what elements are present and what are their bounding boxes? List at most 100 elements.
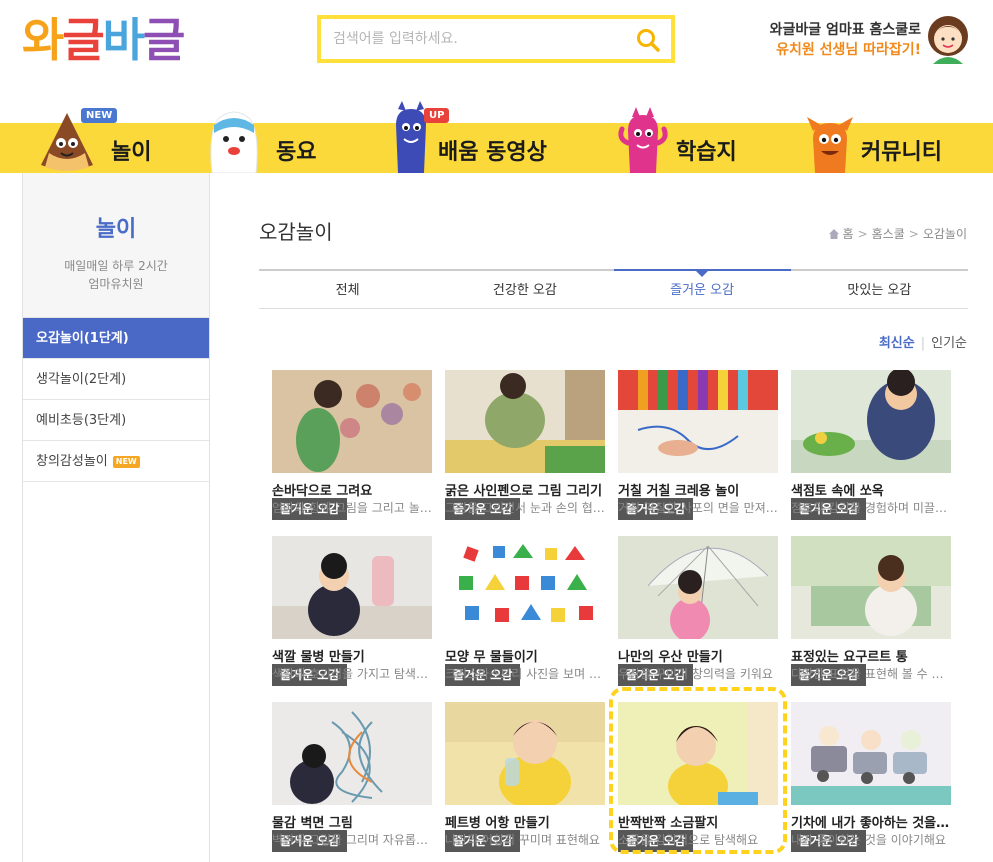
nav-item-videos[interactable]: UP 배움 동영상 xyxy=(388,100,568,173)
page-title: 오감놀이 xyxy=(259,220,333,244)
nav-item-songs[interactable]: 동요 xyxy=(198,100,328,173)
content-card[interactable]: 즐거운 오감 나만의 우산 만들기 우산을 꾸미며 창의력을 키워요 xyxy=(618,536,778,686)
nav-label: 커뮤니티 xyxy=(861,140,942,165)
homeschool-promo[interactable]: 와글바글 엄마표 홈스쿨로 유치원 선생님 따라잡기! xyxy=(770,20,921,60)
card-description: 엄마와 함께 그림을 그리고 놀아요 xyxy=(272,501,432,515)
sort-popular[interactable]: 인기순 xyxy=(931,336,967,351)
thumbnail-image xyxy=(445,536,605,639)
sidebar: 놀이 매일매일 하루 2시간 엄마유치원 오감놀이(1단계) 생각놀이(2단계)… xyxy=(22,173,210,862)
card-title: 모양 무 물들이기 xyxy=(445,650,538,665)
content-card[interactable]: 즐거운 오감 색점토 속에 쏘옥 점토의 감각을 경험하며 미끌미끌 xyxy=(791,370,951,520)
nav-label: 학습지 xyxy=(676,140,737,165)
content-card[interactable]: 즐거운 오감 페트병 어항 만들기 나만의 어항의 꾸미며 표현해요 xyxy=(445,702,605,852)
search-icon[interactable] xyxy=(635,27,661,53)
category-tabs: 전체 건강한 오감 즐거운 오감 맛있는 오감 xyxy=(259,269,968,309)
sidebar-item-pre-elementary[interactable]: 예비초등(3단계) xyxy=(23,400,209,441)
teacher-avatar-icon xyxy=(928,16,968,64)
sidebar-item-label: 생각놀이(2단계) xyxy=(36,372,127,387)
card-title: 기차에 내가 좋아하는 것을 태워요 xyxy=(791,816,951,831)
new-tag: NEW xyxy=(112,455,140,468)
sidebar-subtitle: 매일매일 하루 2시간 엄마유치원 xyxy=(23,257,209,293)
nav-item-worksheets[interactable]: 학습지 xyxy=(618,100,758,173)
orange-monster-icon xyxy=(807,117,853,173)
thumbnail-image xyxy=(791,702,951,805)
content-card[interactable]: 즐거운 오감 물감 벽면 그림 벽면에 그림을 그리며 자유롭게 표현해요 xyxy=(272,702,432,852)
nav-label: 동요 xyxy=(276,140,317,165)
thumbnail-image xyxy=(445,702,605,805)
nav-item-play[interactable]: NEW 놀이 xyxy=(35,100,165,173)
card-title: 굵은 사인펜으로 그림 그리기 xyxy=(445,484,603,499)
card-description: 점토의 감각을 경험하며 미끌미끌 xyxy=(791,501,951,515)
card-title: 색점토 속에 쏘옥 xyxy=(791,484,884,499)
card-description: 다양한 표정을 표현해 볼 수 있어요 xyxy=(791,667,951,681)
content-card[interactable]: 즐거운 오감 손바닥으로 그려요 엄마와 함께 그림을 그리고 놀아요 xyxy=(272,370,432,520)
home-icon xyxy=(828,229,839,239)
thumbnail-image xyxy=(791,536,951,639)
card-description: 색깔에 호기심을 가지고 탐색해요 xyxy=(272,667,432,681)
tab-fun[interactable]: 즐거운 오감 xyxy=(613,269,792,308)
search-input[interactable] xyxy=(333,27,623,51)
tab-healthy[interactable]: 건강한 오감 xyxy=(436,271,613,308)
thumbnail-image xyxy=(272,702,432,805)
breadcrumb-home[interactable]: 홈 xyxy=(843,227,854,241)
breadcrumb-homeschool[interactable]: 홈스쿨 xyxy=(872,227,905,241)
card-title: 색깔 물병 만들기 xyxy=(272,650,365,665)
card-title: 나만의 우산 만들기 xyxy=(618,650,723,665)
card-title: 거칠 거칠 크레용 놀이 xyxy=(618,484,740,499)
nav-label: 배움 동영상 xyxy=(438,140,547,165)
sidebar-title: 놀이 xyxy=(95,217,137,242)
thumbnail-image xyxy=(272,370,432,473)
ghost-character-icon xyxy=(210,111,258,173)
sidebar-item-thinking[interactable]: 생각놀이(2단계) xyxy=(23,359,209,400)
thumbnail-image xyxy=(445,370,605,473)
card-description: 내가 좋아하는 것을 이야기해요 xyxy=(791,833,946,847)
thumbnail-image xyxy=(791,370,951,473)
card-title: 물감 벽면 그림 xyxy=(272,816,353,831)
card-description: 소금을 감각적으로 탐색해요 xyxy=(618,833,759,847)
card-title: 표정있는 요구르트 통 xyxy=(791,650,908,665)
thumbnail-image xyxy=(618,536,778,639)
breadcrumb: 홈 > 홈스쿨 > 오감놀이 xyxy=(828,225,967,242)
sort-options: 최신순 | 인기순 xyxy=(879,332,967,351)
logo-char: 바 xyxy=(102,13,145,67)
sidebar-item-sensory[interactable]: 오감놀이(1단계) xyxy=(23,318,209,359)
nav-item-community[interactable]: 커뮤니티 xyxy=(805,100,955,173)
card-description: 벽면에 그림을 그리며 자유롭게 표현해요 xyxy=(272,833,432,847)
sidebar-subtitle-line1: 매일매일 하루 2시간 xyxy=(64,259,168,273)
content-card[interactable]: 즐거운 오감 굵은 사인펜으로 그림 그리기 그림을 그리면서 눈과 손의 협응… xyxy=(445,370,605,520)
breadcrumb-separator-icon: > xyxy=(908,227,919,241)
content-card[interactable]: 즐거운 오감 거칠 거칠 크레용 놀이 거칠 거칠한 사포의 면을 만져봐요 xyxy=(618,370,778,520)
content-card[interactable]: 즐거운 오감 모양 무 물들이기 크리스마스트리 사진을 보며 만들어요 xyxy=(445,536,605,686)
tab-all[interactable]: 전체 xyxy=(259,271,436,308)
card-description: 나만의 어항의 꾸미며 표현해요 xyxy=(445,833,600,847)
content-card[interactable]: 즐거운 오감 표정있는 요구르트 통 다양한 표정을 표현해 볼 수 있어요 xyxy=(791,536,951,686)
nav-label: 놀이 xyxy=(111,140,152,165)
sidebar-subtitle-line2: 엄마유치원 xyxy=(88,277,144,291)
logo-char: 글 xyxy=(142,13,185,67)
content-card[interactable]: 즐거운 오감 기차에 내가 좋아하는 것을 태워요 내가 좋아하는 것을 이야기… xyxy=(791,702,951,852)
thumbnail-image xyxy=(618,370,778,473)
content-card[interactable]: 즐거운 오감 색깔 물병 만들기 색깔에 호기심을 가지고 탐색해요 xyxy=(272,536,432,686)
pink-monster-icon xyxy=(618,107,668,173)
thumbnail-image xyxy=(618,702,778,805)
sidebar-item-creative[interactable]: 창의감성놀이 NEW xyxy=(23,441,209,482)
card-title: 페트병 어항 만들기 xyxy=(445,816,550,831)
new-badge: NEW xyxy=(81,108,118,123)
sort-latest[interactable]: 최신순 xyxy=(879,336,915,351)
content-card[interactable]: 즐거운 오감 반짝반짝 소금팔지 소금을 감각적으로 탐색해요 xyxy=(618,702,778,852)
logo-char: 글 xyxy=(62,13,104,67)
thumbnail-image xyxy=(272,536,432,639)
logo-char: 와 xyxy=(22,13,64,67)
card-title: 손바닥으로 그려요 xyxy=(272,484,373,499)
site-logo[interactable]: 와글바글 xyxy=(22,12,185,68)
sidebar-header: 놀이 매일매일 하루 2시간 엄마유치원 xyxy=(23,173,209,318)
card-description: 거칠 거칠한 사포의 면을 만져봐요 xyxy=(618,501,778,515)
promo-line1: 와글바글 엄마표 홈스쿨로 xyxy=(769,22,921,38)
tab-tasty[interactable]: 맛있는 오감 xyxy=(791,271,968,308)
card-description: 그림을 그리면서 눈과 손의 협응력을 xyxy=(445,501,605,515)
card-title: 반짝반짝 소금팔지 xyxy=(618,816,719,831)
up-badge: UP xyxy=(424,108,450,123)
card-description: 크리스마스트리 사진을 보며 만들어요 xyxy=(445,667,605,681)
sidebar-item-label: 창의감성놀이 xyxy=(36,454,108,469)
sidebar-item-label: 오감놀이(1단계) xyxy=(36,331,129,346)
